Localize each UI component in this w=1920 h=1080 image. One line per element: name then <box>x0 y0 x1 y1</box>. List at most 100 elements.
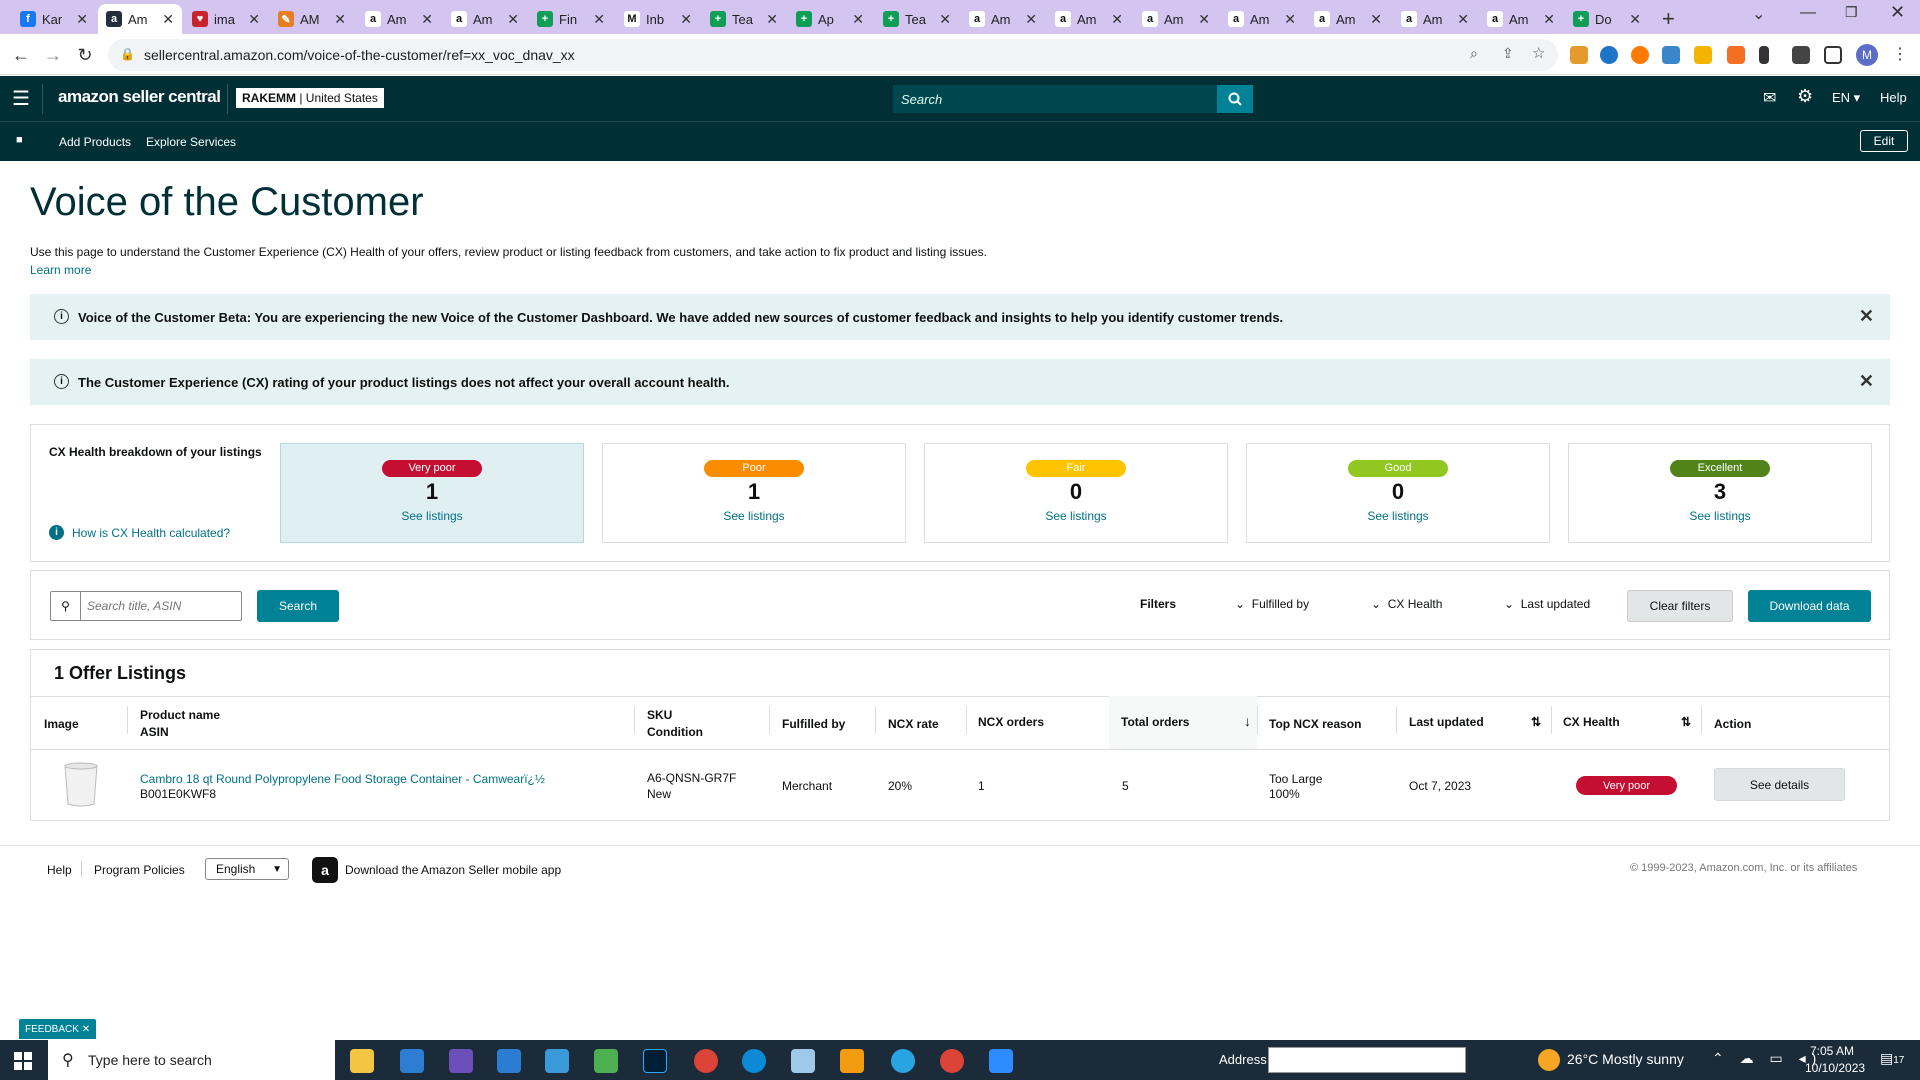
nav-add-products[interactable]: Add Products <box>59 135 131 149</box>
sort-icon[interactable]: ⇅ <box>1531 715 1541 729</box>
nav-explore-services[interactable]: Explore Services <box>146 135 236 149</box>
col-last-updated[interactable]: Last updated ⇅ <box>1409 715 1545 729</box>
bookmark-star-icon[interactable]: ☆ <box>1532 44 1545 62</box>
see-details-button[interactable]: See details <box>1714 768 1845 801</box>
account-switcher[interactable]: RAKEMM | United States <box>236 88 384 108</box>
see-listings-link[interactable]: See listings <box>925 509 1227 523</box>
notification-icon[interactable]: ▤17 <box>1880 1050 1904 1067</box>
see-listings-link[interactable]: See listings <box>1569 509 1871 523</box>
extension-icon[interactable] <box>1727 46 1745 64</box>
close-tab-icon[interactable]: ✕ <box>1543 11 1555 28</box>
close-tab-icon[interactable]: ✕ <box>1457 11 1469 28</box>
extension-icon[interactable] <box>1759 46 1769 64</box>
weather-text[interactable]: 26°C Mostly sunny <box>1567 1051 1684 1067</box>
browser-tab[interactable]: a Am ✕ <box>357 4 441 34</box>
zoom-icon[interactable]: ⌕ <box>1470 45 1478 62</box>
browser-menu-icon[interactable]: ⋮ <box>1892 44 1908 64</box>
amazon-app-icon[interactable]: a <box>312 857 338 883</box>
close-tab-icon[interactable]: ✕ <box>593 11 605 28</box>
feedback-button[interactable]: FEEDBACK ✕ <box>19 1019 97 1039</box>
mail-icon[interactable]: ✉ <box>1763 88 1776 108</box>
app-icon[interactable] <box>840 1049 864 1073</box>
browser-tab[interactable]: f Kar ✕ <box>12 4 96 34</box>
close-window-button[interactable]: ✕ <box>1890 2 1905 23</box>
browser-tab[interactable]: + Ap ✕ <box>788 4 872 34</box>
app-icon[interactable] <box>791 1049 815 1073</box>
photoshop-icon[interactable] <box>643 1049 667 1073</box>
browser-tab[interactable]: + Tea ✕ <box>702 4 786 34</box>
mail-app-icon[interactable] <box>400 1049 424 1073</box>
help-link[interactable]: Help <box>1880 90 1907 105</box>
browser-tab[interactable]: a Am ✕ <box>1220 4 1304 34</box>
product-name-link[interactable]: Cambro 18 qt Round Polypropylene Food St… <box>140 772 545 786</box>
tab-search-icon[interactable]: ⌄ <box>1752 4 1765 24</box>
zoom-app-icon[interactable] <box>989 1049 1013 1073</box>
weather-icon[interactable] <box>1538 1049 1560 1071</box>
extension-icon[interactable] <box>1694 46 1712 64</box>
chrome-icon[interactable] <box>940 1049 964 1073</box>
maximize-button[interactable]: ❐ <box>1845 4 1858 21</box>
settings-gear-icon[interactable]: ⚙ <box>1797 86 1813 107</box>
filter-search-field[interactable]: ⚲ <box>50 591 242 621</box>
share-icon[interactable]: ⇪ <box>1502 45 1514 62</box>
cx-health-help[interactable]: i How is CX Health calculated? <box>49 525 230 540</box>
store-icon[interactable] <box>497 1049 521 1073</box>
taskbar-address-input[interactable] <box>1268 1047 1466 1073</box>
close-tab-icon[interactable]: ✕ <box>680 11 692 28</box>
search-button[interactable]: Search <box>257 590 339 622</box>
browser-tab[interactable]: + Do ✕ <box>1565 4 1649 34</box>
browser-tab[interactable]: a Am ✕ <box>1393 4 1477 34</box>
close-tab-icon[interactable]: ✕ <box>852 11 864 28</box>
file-explorer-icon[interactable] <box>350 1049 374 1073</box>
taskbar-search[interactable]: ⚲ Type here to search <box>48 1040 335 1080</box>
extension-icon[interactable] <box>1570 46 1588 64</box>
reload-button[interactable]: ↻ <box>72 42 98 68</box>
close-tab-icon[interactable]: ✕ <box>76 11 88 28</box>
global-search-input[interactable]: Search <box>893 85 1217 113</box>
close-tab-icon[interactable]: ✕ <box>766 11 778 28</box>
forward-button[interactable]: → <box>40 42 66 68</box>
browser-tab[interactable]: + Fin ✕ <box>529 4 613 34</box>
sort-down-icon[interactable]: ↓ <box>1244 713 1251 729</box>
close-tab-icon[interactable]: ✕ <box>1629 11 1641 28</box>
browser-tab[interactable]: + Tea ✕ <box>875 4 959 34</box>
extension-icon[interactable] <box>1662 46 1680 64</box>
hamburger-menu-icon[interactable]: ☰ <box>12 86 30 111</box>
close-tab-icon[interactable]: ✕ <box>1111 11 1123 28</box>
back-button[interactable]: ← <box>8 42 34 68</box>
global-search-button[interactable] <box>1217 85 1253 113</box>
browser-tab[interactable]: a Am ✕ <box>443 4 527 34</box>
language-selector[interactable]: EN ▾ <box>1832 90 1860 106</box>
close-tab-icon[interactable]: ✕ <box>248 11 260 28</box>
cx-health-filter[interactable]: ⌄ CX Health <box>1371 597 1442 611</box>
browser-tab[interactable]: a Am ✕ <box>1479 4 1563 34</box>
browser-tab[interactable]: a Am ✕ <box>1134 4 1218 34</box>
how-cx-calculated-link[interactable]: How is CX Health calculated? <box>72 526 230 540</box>
close-icon[interactable]: ✕ <box>1859 371 1874 392</box>
close-tab-icon[interactable]: ✕ <box>1284 11 1296 28</box>
telegram-icon[interactable] <box>891 1049 915 1073</box>
extension-icon[interactable] <box>1600 46 1618 64</box>
search-input[interactable] <box>81 599 231 613</box>
learn-more-link[interactable]: Learn more <box>30 263 987 277</box>
browser-tab[interactable]: a Am ✕ <box>1047 4 1131 34</box>
browser-tab[interactable]: a Am ✕ <box>98 4 182 34</box>
sort-icon[interactable]: ⇅ <box>1681 715 1691 729</box>
browser-tab[interactable]: a Am ✕ <box>961 4 1045 34</box>
last-updated-filter[interactable]: ⌄ Last updated <box>1504 597 1590 611</box>
browser-tab[interactable]: ✎ AM ✕ <box>270 4 354 34</box>
bookmark-icon[interactable]: ■ <box>16 134 23 146</box>
extensions-puzzle-icon[interactable] <box>1792 46 1810 64</box>
edit-nav-button[interactable]: Edit <box>1860 130 1908 152</box>
close-tab-icon[interactable]: ✕ <box>1025 11 1037 28</box>
fulfilled-by-filter[interactable]: ⌄ Fulfilled by <box>1235 597 1309 611</box>
calculator-icon[interactable] <box>594 1049 618 1073</box>
extension-icon[interactable] <box>1631 46 1649 64</box>
footer-language-select[interactable]: English ▼ <box>205 858 289 880</box>
cx-health-card[interactable]: Poor 1 See listings <box>602 443 906 543</box>
see-listings-link[interactable]: See listings <box>603 509 905 523</box>
app-icon[interactable] <box>545 1049 569 1073</box>
col-cx-health[interactable]: CX Health ⇅ <box>1563 715 1695 729</box>
see-listings-link[interactable]: See listings <box>281 509 583 523</box>
see-listings-link[interactable]: See listings <box>1247 509 1549 523</box>
